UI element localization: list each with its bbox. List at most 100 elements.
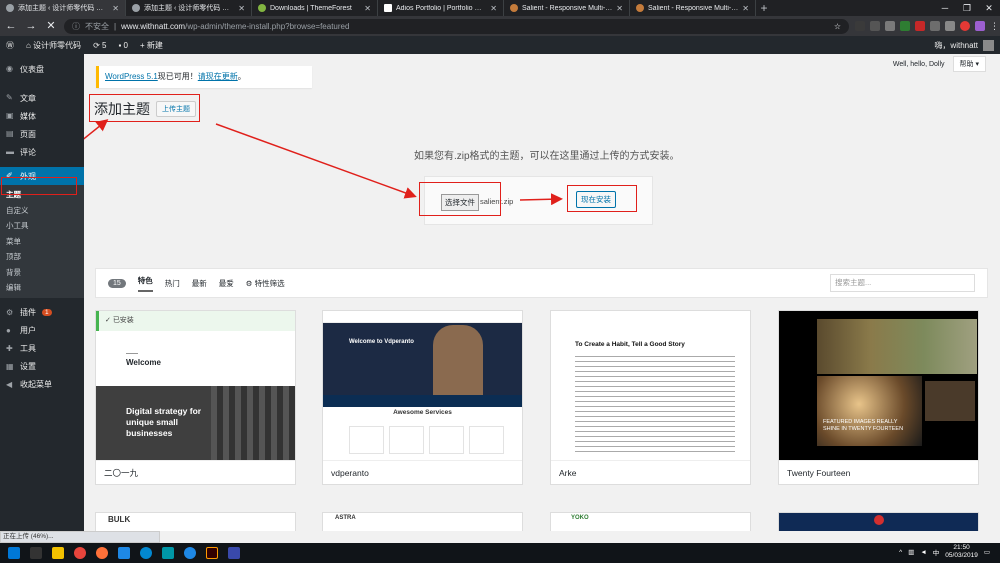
- browser-tab[interactable]: 添加主题 ‹ 设计师零代码 — Wo ✕: [0, 0, 126, 16]
- tab-popular[interactable]: 热门: [165, 278, 180, 289]
- update-now-link[interactable]: 请现在更新: [198, 72, 238, 81]
- extension-icon[interactable]: [900, 21, 910, 31]
- extension-icon[interactable]: [945, 21, 955, 31]
- network-icon[interactable]: ▥: [908, 548, 914, 556]
- comments-link[interactable]: ▪ 0: [118, 41, 128, 50]
- submenu-item-header[interactable]: 顶部: [0, 249, 84, 265]
- sidebar-item-dashboard[interactable]: ◉ 仪表盘: [0, 60, 84, 78]
- extension-icon[interactable]: [855, 21, 865, 31]
- forward-icon[interactable]: →: [24, 19, 38, 33]
- submenu-item-background[interactable]: 背景: [0, 265, 84, 281]
- app-icon[interactable]: [162, 547, 174, 559]
- theme-preview-title: ASTRA: [335, 515, 356, 521]
- browser-tab[interactable]: 添加主题 ‹ 设计师零代码 — Wo ✕: [126, 0, 252, 16]
- updates-link[interactable]: ⟳ 5: [93, 41, 106, 50]
- app-icon[interactable]: [118, 547, 130, 559]
- sidebar-item-users[interactable]: ● 用户: [0, 322, 84, 340]
- help-button[interactable]: 帮助 ▾: [952, 56, 986, 72]
- browser-tab[interactable]: Adios Portfolio | Portfolio WordP ✕: [378, 0, 504, 16]
- browser-tab[interactable]: Downloads | ThemeForest ✕: [252, 0, 378, 16]
- annotation-box: [1, 177, 77, 195]
- theme-card[interactable]: To Create a Habit, Tell a Good Story Ark…: [550, 310, 751, 485]
- menu-icon[interactable]: ⋮: [990, 21, 999, 31]
- theme-card[interactable]: [778, 512, 979, 531]
- wordpress-logo-icon[interactable]: Ⓦ: [6, 40, 14, 51]
- address-bar[interactable]: ⓘ 不安全 | www.withnatt.com/wp-admin/theme-…: [64, 18, 849, 34]
- submenu-item-customize[interactable]: 自定义: [0, 203, 84, 219]
- installed-badge: ✓ 已安装: [96, 311, 295, 331]
- feature-filter-button[interactable]: ⚙ 特性筛选: [246, 278, 285, 289]
- sidebar-item-plugins[interactable]: ⚙ 插件 1: [0, 304, 84, 322]
- illustrator-icon[interactable]: [206, 547, 218, 559]
- new-content-link[interactable]: + 新建: [140, 40, 163, 51]
- profile-avatar-icon[interactable]: [975, 21, 985, 31]
- account-menu[interactable]: 嗨，withnatt: [934, 39, 994, 51]
- browser-tab[interactable]: Salient - Responsive Multi-Purpo ✕: [504, 0, 630, 16]
- app-icon[interactable]: [228, 547, 240, 559]
- stop-icon[interactable]: ✕: [44, 19, 58, 33]
- submenu-item-editor[interactable]: 编辑: [0, 280, 84, 296]
- extension-icon[interactable]: [870, 21, 880, 31]
- sidebar-item-comments[interactable]: ▬ 评论: [0, 143, 84, 161]
- theme-card[interactable]: Welcome Digital strategy for unique smal…: [95, 310, 296, 485]
- close-window-icon[interactable]: ✕: [978, 0, 1000, 16]
- plugin-icon: ⚙: [6, 307, 14, 317]
- close-tab-icon[interactable]: ✕: [238, 4, 245, 13]
- close-tab-icon[interactable]: ✕: [742, 4, 749, 13]
- extension-icon[interactable]: [930, 21, 940, 31]
- sidebar-item-posts[interactable]: ✎ 文章: [0, 89, 84, 107]
- maximize-icon[interactable]: ❐: [956, 0, 978, 16]
- theme-card[interactable]: ASTRA: [322, 512, 523, 531]
- close-tab-icon[interactable]: ✕: [364, 4, 371, 13]
- extension-icon[interactable]: [915, 21, 925, 31]
- volume-icon[interactable]: ◄: [920, 549, 926, 556]
- browser-tab[interactable]: Salient - Responsive Multi-Purpo ✕: [630, 0, 756, 16]
- theme-card[interactable]: YOKO: [550, 512, 751, 531]
- tab-latest[interactable]: 最新: [192, 278, 207, 289]
- sidebar-item-media[interactable]: ▣ 媒体: [0, 107, 84, 125]
- sidebar-item-settings[interactable]: ▦ 设置: [0, 358, 84, 376]
- tab-featured[interactable]: 特色: [137, 275, 153, 292]
- app-icon[interactable]: [140, 547, 152, 559]
- site-name-link[interactable]: ⌂ 设计师零代码: [26, 40, 81, 51]
- notifications-icon[interactable]: ▭: [984, 548, 990, 556]
- sidebar-item-label: 插件: [20, 308, 36, 317]
- language-indicator[interactable]: 中: [933, 547, 940, 557]
- file-explorer-icon[interactable]: [52, 547, 64, 559]
- theme-search-input[interactable]: 搜索主题...: [830, 274, 975, 292]
- sidebar-item-collapse[interactable]: ◀ 收起菜单: [0, 376, 84, 394]
- clock-time: 21:50: [953, 544, 970, 551]
- theme-card[interactable]: BULK: [95, 512, 296, 531]
- media-icon: ▣: [6, 111, 14, 120]
- windows-start-icon[interactable]: [8, 547, 20, 559]
- wordpress-version-link[interactable]: WordPress 5.1: [105, 72, 158, 81]
- tray-expand-icon[interactable]: ^: [899, 549, 902, 556]
- clock[interactable]: 21:50 05/03/2019: [945, 544, 978, 560]
- pinterest-icon[interactable]: [960, 21, 970, 31]
- close-tab-icon[interactable]: ✕: [616, 4, 623, 13]
- theme-preview-title: To Create a Habit, Tell a Good Story: [575, 341, 685, 348]
- back-icon[interactable]: ←: [4, 19, 18, 33]
- chrome-icon[interactable]: [74, 547, 86, 559]
- firefox-icon[interactable]: [96, 547, 108, 559]
- theme-screenshot: To Create a Habit, Tell a Good Story: [551, 311, 750, 462]
- sidebar-item-tools[interactable]: ✚ 工具: [0, 340, 84, 358]
- page-icon: ▤: [6, 129, 14, 138]
- theme-card[interactable]: Welcome to Vdperanto Awesome Services vd…: [322, 310, 523, 485]
- theme-card[interactable]: FEATURED IMAGES REALLY SHINE IN TWENTY F…: [778, 310, 979, 485]
- submenu-item-menus[interactable]: 菜单: [0, 234, 84, 250]
- sidebar-item-pages[interactable]: ▤ 页面: [0, 125, 84, 143]
- task-view-icon[interactable]: [30, 547, 42, 559]
- new-tab-button[interactable]: +: [756, 0, 772, 16]
- submenu-item-widgets[interactable]: 小工具: [0, 218, 84, 234]
- close-tab-icon[interactable]: ✕: [490, 4, 497, 13]
- theme-screenshot: Welcome to Vdperanto Awesome Services: [323, 311, 522, 462]
- feature-filter-label: 特性筛选: [254, 278, 285, 288]
- app-icon[interactable]: [184, 547, 196, 559]
- minimize-icon[interactable]: ─: [934, 0, 956, 16]
- tab-favorites[interactable]: 最爱: [219, 278, 234, 289]
- close-tab-icon[interactable]: ✕: [112, 4, 119, 13]
- bookmark-star-icon[interactable]: ☆: [834, 22, 841, 31]
- theme-name: Twenty Fourteen: [779, 460, 978, 484]
- extension-icon[interactable]: [885, 21, 895, 31]
